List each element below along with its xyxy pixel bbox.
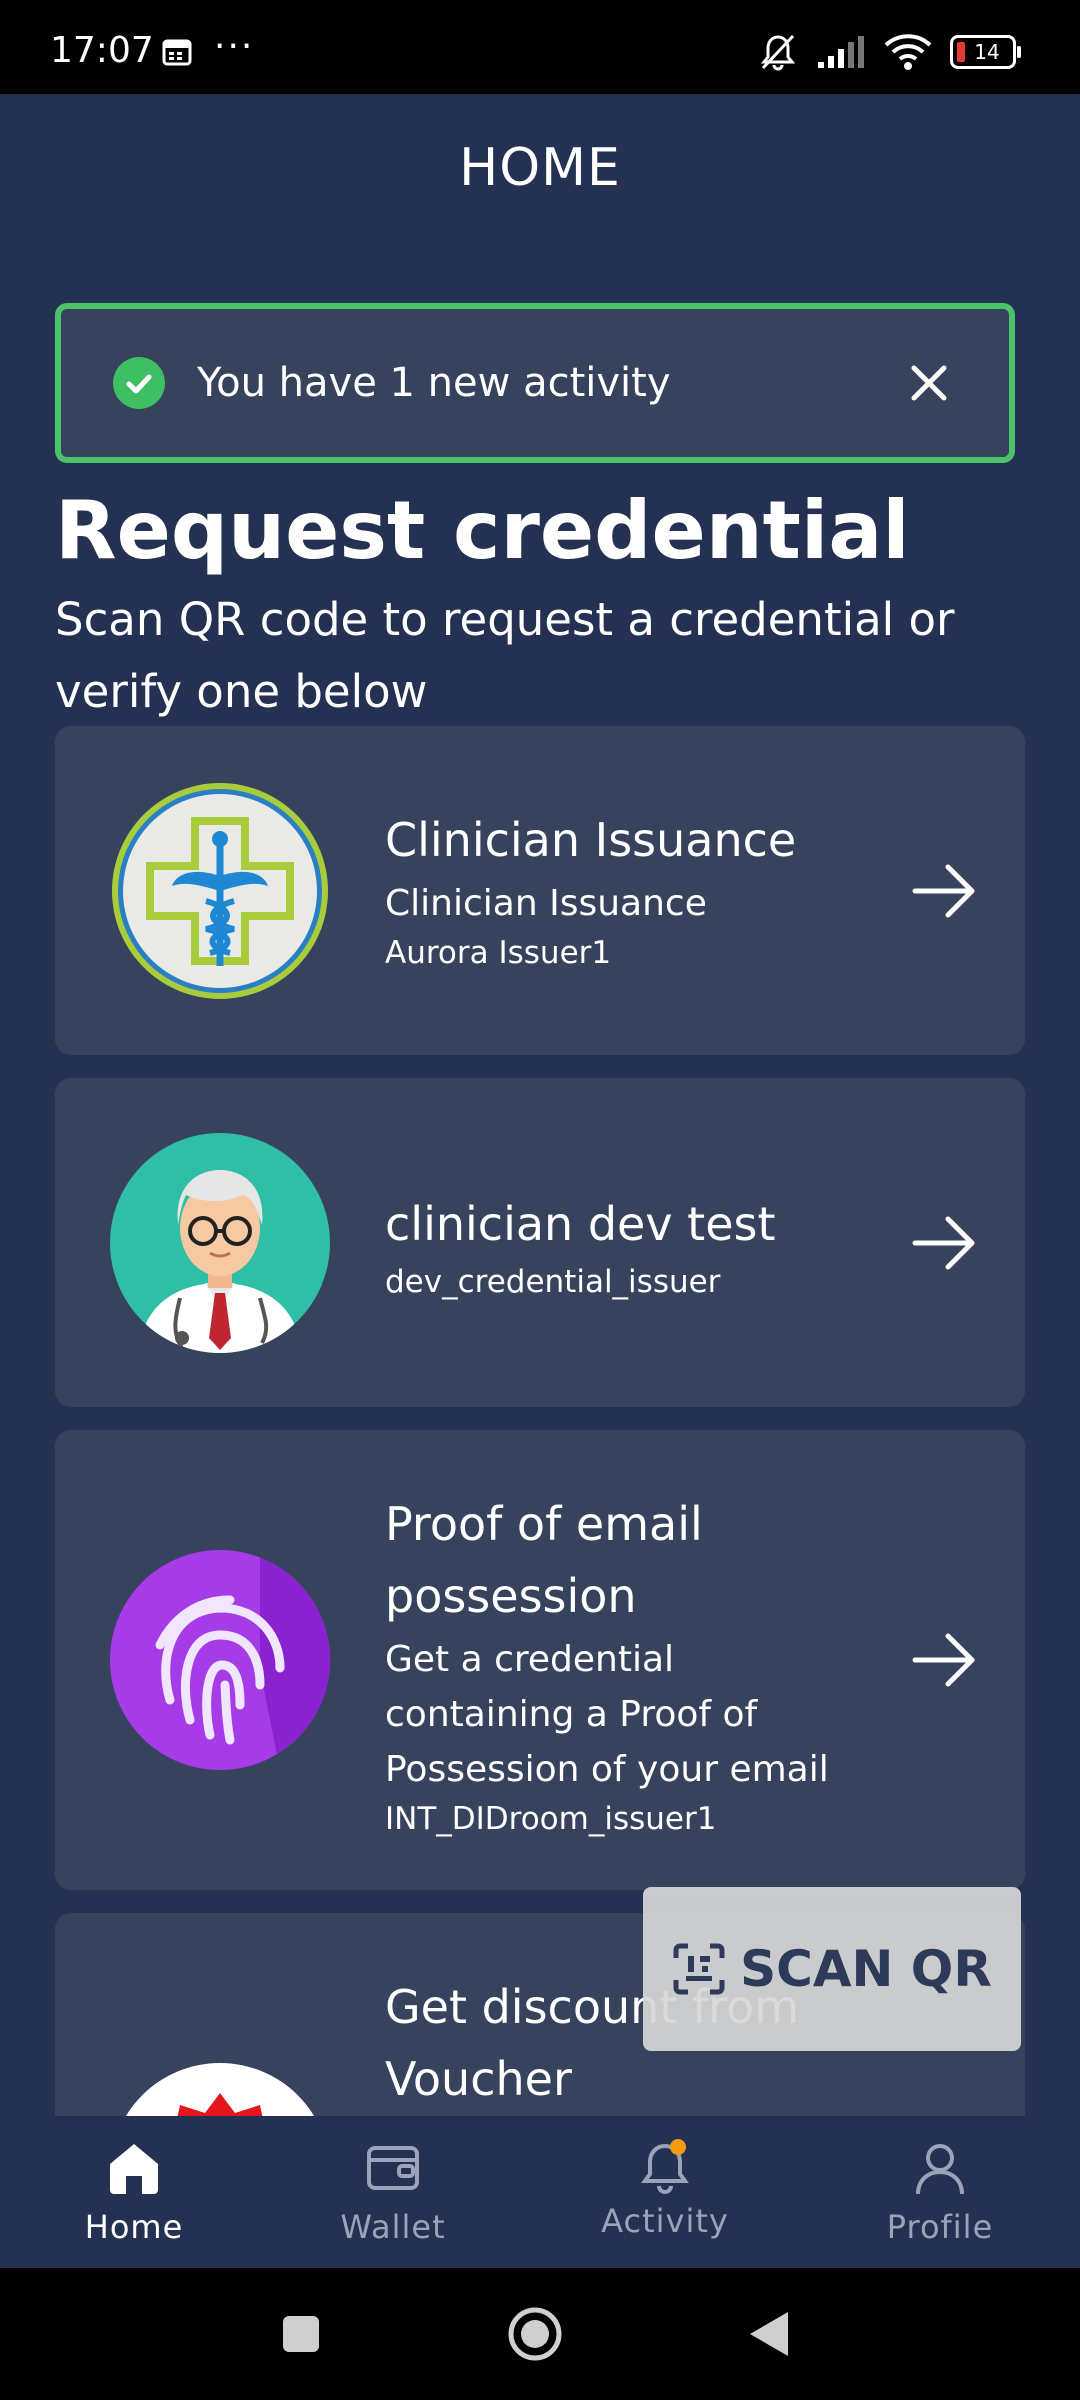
nav-home[interactable]: Home (34, 2116, 234, 2268)
card-title: clinician dev test (385, 1197, 776, 1251)
section-subtitle: Scan QR code to request a credential or … (55, 593, 955, 718)
doctor-avatar-icon (110, 1133, 330, 1353)
profile-icon (916, 2144, 964, 2195)
system-navigation-bar (0, 2268, 1080, 2400)
wallet-icon (367, 2146, 419, 2190)
recents-icon[interactable] (281, 2314, 321, 2354)
status-bar: 17:07 ··· 14 (0, 0, 1080, 94)
nav-activity[interactable]: Activity (565, 2116, 765, 2268)
status-time: 17:07 (50, 30, 154, 71)
nav-home-label: Home (84, 2208, 184, 2246)
credential-card-proof-of-email[interactable]: Proof of email possession Get a credenti… (55, 1430, 1025, 1890)
card-subtitle: Get a credential containing a Proof of P… (385, 1639, 829, 1790)
home-circle-icon[interactable] (507, 2306, 563, 2362)
card-text: Proof of email possession Get a credenti… (385, 1488, 845, 1841)
signal-icon (818, 36, 864, 68)
qr-scan-icon (673, 1943, 725, 1995)
battery-icon: 14 (950, 35, 1021, 69)
more-notifications-icon: ··· (214, 26, 255, 67)
card-title: Clinician Issuance (385, 813, 797, 867)
back-icon[interactable] (748, 2310, 790, 2358)
card-issuer: Aurora Issuer1 (385, 935, 612, 971)
card-text: clinician dev test dev_credential_issuer (385, 1188, 885, 1304)
arrow-right-icon (912, 864, 975, 918)
medical-caduceus-icon (110, 781, 330, 1001)
nav-activity-label: Activity (601, 2202, 729, 2240)
check-circle-icon (113, 357, 165, 409)
card-subtitle: Clinician Issuance (385, 883, 707, 924)
fingerprint-icon (110, 1550, 330, 1770)
arrow-right-icon (912, 1216, 975, 1270)
card-text: Clinician Issuance Clinician Issuance Au… (385, 804, 885, 975)
arrow-right-icon (912, 1633, 975, 1687)
card-title: Proof of email possession (385, 1497, 703, 1623)
home-icon (110, 2144, 158, 2194)
card-issuer: dev_credential_issuer (385, 1264, 721, 1300)
page-title: HOME (459, 138, 621, 198)
bottom-navigation: Home Wallet Activity Profile (0, 2116, 1080, 2268)
voucher-badge-icon (110, 2063, 330, 2116)
calendar-icon (162, 39, 192, 66)
credential-card-clinician-issuance[interactable]: Clinician Issuance Clinician Issuance Au… (55, 726, 1025, 1055)
nav-profile[interactable]: Profile (840, 2116, 1040, 2268)
wifi-icon (884, 34, 932, 70)
credential-card-clinician-dev-test[interactable]: clinician dev test dev_credential_issuer (55, 1078, 1025, 1407)
scan-qr-button[interactable]: SCAN QR (643, 1887, 1021, 2051)
nav-profile-label: Profile (886, 2208, 994, 2246)
notification-text: You have 1 new activity (197, 360, 671, 406)
nav-wallet[interactable]: Wallet (293, 2116, 493, 2268)
close-icon[interactable] (899, 353, 959, 413)
section-title: Request credential (55, 484, 910, 577)
bell-icon (641, 2139, 689, 2194)
card-issuer: INT_DIDroom_issuer1 (385, 1801, 717, 1837)
scan-qr-label: SCAN QR (740, 1940, 992, 1998)
nav-wallet-label: Wallet (340, 2208, 446, 2246)
battery-level: 14 (974, 40, 1000, 64)
mute-icon (760, 34, 796, 71)
activity-notification[interactable]: You have 1 new activity (55, 303, 1015, 463)
status-icons: 14 (758, 30, 1021, 74)
